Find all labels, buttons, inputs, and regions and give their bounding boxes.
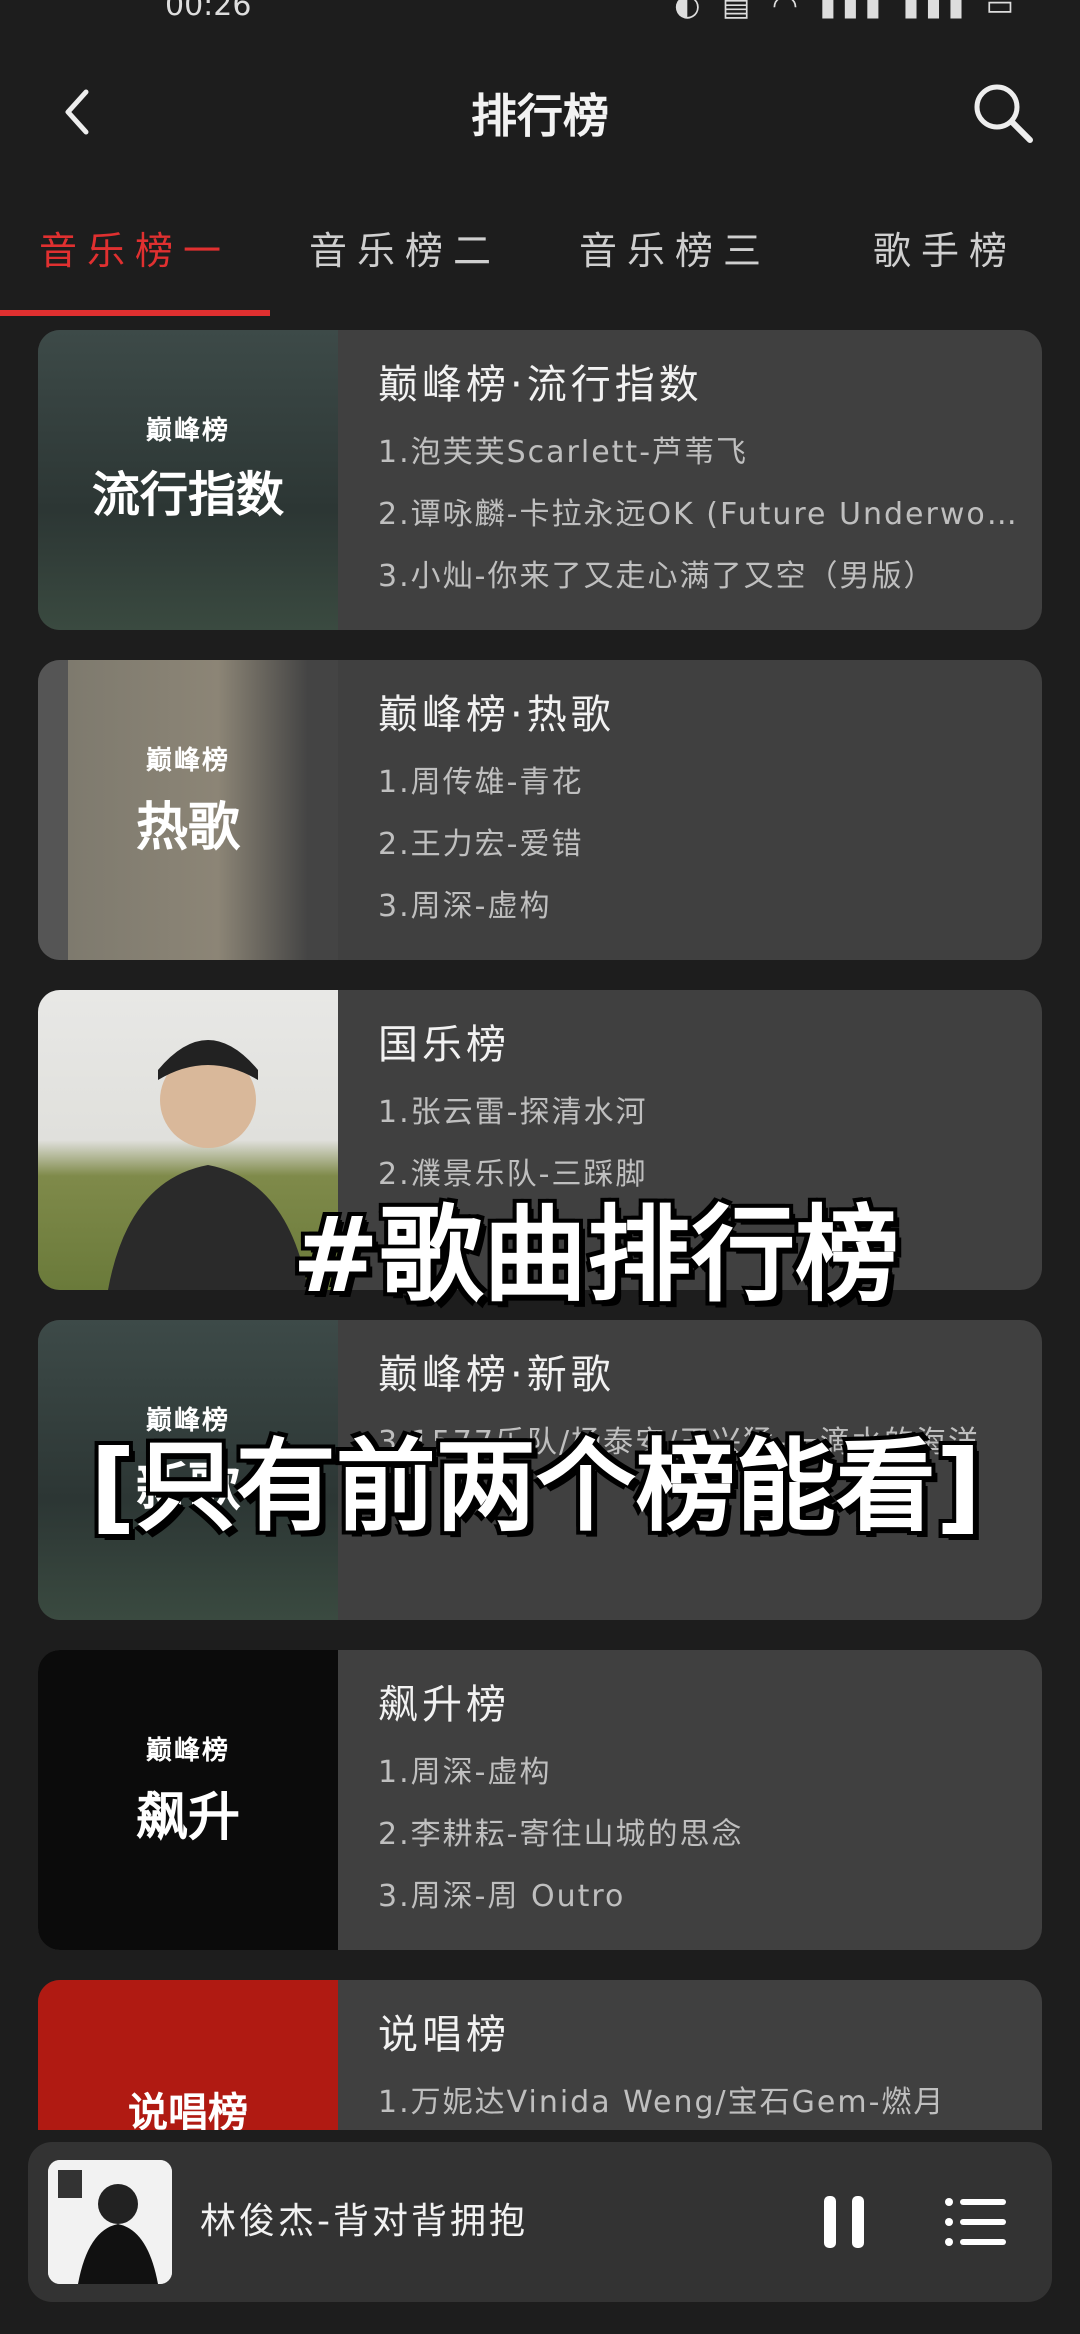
chart-title: 飙升榜 xyxy=(378,1682,510,1728)
search-icon xyxy=(974,84,1033,143)
chart-cover: 说唱榜 xyxy=(38,1980,338,2130)
now-playing-title: 林俊杰-背对背拥抱 xyxy=(200,2201,528,2242)
chart-card-rap[interactable]: 说唱榜 说唱榜 1.万妮达Vinida Weng/宝石Gem-燃月 xyxy=(38,1980,1042,2130)
song-item: 3.周深-周 Outro xyxy=(378,1879,626,1914)
song-item: 1.周传雄-青花 xyxy=(378,765,584,800)
song-item: 2.谭咏麟-卡拉永远OK (Future Underworld ... xyxy=(378,497,1028,532)
song-item: 1.周深-虚构 xyxy=(378,1755,552,1790)
chart-title: 巅峰榜·新歌 xyxy=(378,1352,615,1398)
tab-singer-chart[interactable]: 歌手榜 xyxy=(810,220,1080,275)
pause-icon xyxy=(824,2196,864,2248)
status-icons: ◐ ▤ ◠ ▮▮▮ ▮▮▮ ▭ xyxy=(674,0,1020,23)
chart-title: 巅峰榜·流行指数 xyxy=(378,362,703,408)
chart-title: 说唱榜 xyxy=(378,2012,510,2058)
song-item: 2.王力宏-爱错 xyxy=(378,827,584,862)
cover-label: 流行指数 xyxy=(91,467,284,523)
page-title: 排行榜 xyxy=(471,89,609,143)
cover-label: 热歌 xyxy=(135,798,240,858)
song-item: 3.小灿-你来了又走心满了又空（男版） xyxy=(378,559,936,594)
song-item: 1.万妮达Vinida Weng/宝石Gem-燃月 xyxy=(378,2085,946,2120)
peak-chart-logo: 巅峰榜 xyxy=(145,746,230,776)
song-item: 2.李耕耘-寄往山城的思念 xyxy=(378,1817,744,1852)
chart-cover: 巅峰榜 流行指数 xyxy=(38,330,338,630)
overlay-caption-title: #歌曲排行榜 xyxy=(292,1194,900,1316)
peak-chart-logo: 巅峰榜 xyxy=(145,416,230,446)
chart-card-rising[interactable]: 巅峰榜 飙升 飙升榜 1.周深-虚构 2.李耕耘-寄往山城的思念 3.周深-周 … xyxy=(38,1650,1042,1950)
cover-label: 说唱榜 xyxy=(128,2090,248,2130)
playlist-button[interactable] xyxy=(944,2192,1008,2252)
playlist-icon xyxy=(945,2198,1006,2246)
status-bar: 00:26 ◐ ▤ ◠ ▮▮▮ ▮▮▮ ▭ xyxy=(0,0,1080,40)
chart-title: 巅峰榜·热歌 xyxy=(378,692,615,738)
mini-player[interactable]: 林俊杰-背对背拥抱 xyxy=(28,2142,1052,2302)
chart-title: 国乐榜 xyxy=(378,1022,510,1068)
overlay-caption-note: [只有前两个榜能看] xyxy=(90,1428,982,1545)
song-item: 1.泡芙芙Scarlett-芦苇飞 xyxy=(378,435,749,470)
chart-card-popular-index[interactable]: 巅峰榜 流行指数 巅峰榜·流行指数 1.泡芙芙Scarlett-芦苇飞 2.谭咏… xyxy=(38,330,1042,630)
album-art-image xyxy=(48,2160,172,2284)
peak-chart-logo: 巅峰榜 xyxy=(145,1736,230,1766)
song-item: 3.周深-虚构 xyxy=(378,889,552,924)
tab-music-chart-1[interactable]: 音乐榜一 xyxy=(0,220,270,275)
header: 排行榜 xyxy=(0,60,1080,160)
song-item: 1.张云雷-探清水河 xyxy=(378,1095,648,1130)
chart-tabs: 音乐榜一 音乐榜二 音乐榜三 歌手榜 xyxy=(0,200,1080,318)
status-time: 00:26 xyxy=(165,0,252,23)
chart-cover: 巅峰榜 飙升 xyxy=(38,1650,338,1950)
active-tab-indicator xyxy=(0,310,270,316)
chart-card-hot-songs[interactable]: 巅峰榜 热歌 巅峰榜·热歌 1.周传雄-青花 2.王力宏-爱错 3.周深-虚构 xyxy=(38,660,1042,960)
cover-label: 飙升 xyxy=(135,1788,240,1848)
chart-cover: 巅峰榜 热歌 xyxy=(38,660,338,960)
pause-button[interactable] xyxy=(814,2192,874,2252)
tab-music-chart-3[interactable]: 音乐榜三 xyxy=(540,220,810,275)
now-playing-album-art[interactable] xyxy=(48,2160,172,2284)
tab-music-chart-2[interactable]: 音乐榜二 xyxy=(270,220,540,275)
search-button[interactable] xyxy=(968,78,1038,148)
